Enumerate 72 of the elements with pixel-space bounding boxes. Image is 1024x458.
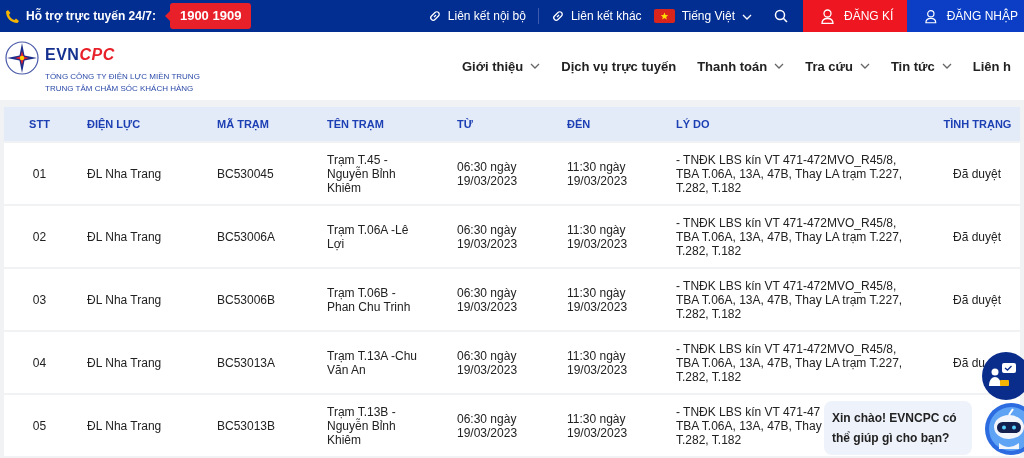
table-cell-text: ĐL Nha Trang — [86, 355, 163, 370]
column-header: MÃ TRẠM — [216, 118, 270, 130]
flag-icon — [653, 9, 675, 23]
table-cell-text: 06:30 ngày 19/03/2023 — [456, 348, 519, 377]
column-header: ĐIỆN LỰC — [86, 118, 142, 130]
table-cell-text: Trạm T.06A -Lê Lợi — [326, 222, 410, 251]
table-cell-text: 11:30 ngày 19/03/2023 — [566, 159, 629, 188]
table-cell-text: 06:30 ngày 19/03/2023 — [456, 222, 519, 251]
table-cell-text: BC53006B — [216, 292, 277, 307]
nav-menu-item[interactable]: Tin tức — [890, 58, 952, 74]
login-button[interactable]: ĐĂNG NHẬP — [907, 0, 1024, 32]
table-cell-text: 06:30 ngày 19/03/2023 — [456, 159, 519, 188]
hotline-label: Hỗ trợ trực tuyến 24/7: — [26, 9, 156, 23]
nav-menu-item[interactable]: Dịch vụ trực tuyến — [561, 58, 677, 74]
table-cell-text: 03 — [31, 292, 48, 307]
other-links-link[interactable]: Liên kết khác — [550, 9, 642, 23]
chat-greeting: Xin chào! EVNCPC có thể giúp gì cho bạn? — [824, 401, 972, 455]
table-cell: - TNĐK LBS kín VT 471-472MVO_R45/8, TBA T.06A, 13A, 47B, Thay LA trạm T.227, T.282, T.182 — [676, 278, 903, 321]
user-icon — [821, 8, 834, 24]
table-cell-text: ĐL Nha Trang — [86, 418, 163, 433]
table-cell-text: 02 — [31, 229, 48, 244]
search-icon[interactable] — [774, 9, 788, 23]
column-header: LÝ DO — [675, 118, 711, 130]
column-header: TỪ — [456, 118, 474, 130]
table-cell-text: Đã duyệt — [952, 229, 1003, 244]
table-cell-text: Đã du — [952, 355, 987, 370]
internal-links-link[interactable]: Liên kết nội bộ — [427, 9, 526, 23]
table-cell-text: Đã duyệt — [952, 292, 1003, 307]
table-cell-text: 11:30 ngày 19/03/2023 — [566, 222, 629, 251]
table-cell: - TNĐK LBS kín VT 471-472MVO_R45/8, TBA T.06A, 13A, 47B, Thay LA trạm T.227, T.282, T.182 — [676, 215, 903, 258]
table-cell-text: Trạm T.45 - Nguyễn Bỉnh Khiêm — [326, 152, 397, 195]
table-cell-text: 11:30 ngày 19/03/2023 — [566, 348, 629, 377]
nav-menu-item[interactable]: Giới thiệu — [462, 58, 541, 74]
table-cell-text: 05 — [31, 418, 48, 433]
nav-menu-item[interactable]: Liên h — [972, 58, 1012, 74]
table-cell-text: 06:30 ngày 19/03/2023 — [456, 411, 519, 440]
language-selector[interactable]: Tiếng Việt — [653, 9, 752, 23]
table-cell-text: BC53013B — [216, 418, 277, 433]
nav-menu-item[interactable]: Thanh toán — [697, 58, 785, 74]
phone-icon — [5, 8, 20, 24]
register-button[interactable]: ĐĂNG KÍ — [803, 0, 907, 32]
table-cell: - TNĐK LBS kín VT 471-472MVO_R45/8, TBA T.06A, 13A, 47B, Thay LA trạm T.227, T.282, T.182 — [676, 152, 903, 195]
table-cell-text: ĐL Nha Trang — [86, 229, 163, 244]
table-cell-text: Trạm T.13B - Nguyễn Bỉnh Khiêm — [326, 404, 397, 447]
column-header: TÊN TRẠM — [326, 118, 385, 130]
table-cell-text: Trạm T.06B -Phan Chu Trinh — [326, 285, 412, 314]
table-cell-text: 06:30 ngày 19/03/2023 — [456, 285, 519, 314]
column-header: STT — [28, 118, 51, 130]
column-header: TÌNH TRẠNG — [942, 118, 1013, 130]
column-header: ĐẾN — [566, 118, 592, 130]
table-cell-text: Trạm T.13A -Chu Văn An — [326, 348, 419, 377]
robot-assistant-icon[interactable] — [985, 403, 1024, 455]
table-cell: - TNĐK LBS kín VT 471-472MVO_R45/8, TBA T.06A, 13A, 47B, Thay LA trạm T.227, T.282, T.182 — [676, 341, 903, 384]
support-chat-icon[interactable] — [982, 352, 1024, 400]
table-cell-text: 04 — [31, 355, 48, 370]
table-cell: - TNĐK LBS kín VT 471-47 TBA T.06A, 13A, 47B, Thay T.282, T.182 — [676, 404, 822, 447]
table-cell-text: ĐL Nha Trang — [86, 292, 163, 307]
table-cell-text: ĐL Nha Trang — [86, 166, 163, 181]
logo-icon — [5, 41, 39, 75]
table-cell-text: Đã duyệt — [952, 166, 1003, 181]
table-cell-text: 01 — [31, 166, 48, 181]
table-cell-text: 11:30 ngày 19/03/2023 — [566, 285, 629, 314]
link-icon — [550, 9, 565, 23]
brand-name: EVNCPC — [45, 46, 116, 64]
table-cell-text: 11:30 ngày 19/03/2023 — [566, 411, 629, 440]
table-cell-text: BC530045 — [216, 166, 275, 181]
user-icon — [925, 8, 937, 24]
table-cell-text: BC53006A — [216, 229, 277, 244]
link-icon — [427, 9, 442, 23]
company-subtitle: TỔNG CÔNG TY ĐIỆN LỰC MIỀN TRUNG TRUNG TÂM CHĂM SÓC KHÁCH HÀNG — [45, 71, 200, 95]
table-cell-text: BC53013A — [216, 355, 277, 370]
nav-menu-item[interactable]: Tra cứu — [805, 58, 870, 74]
